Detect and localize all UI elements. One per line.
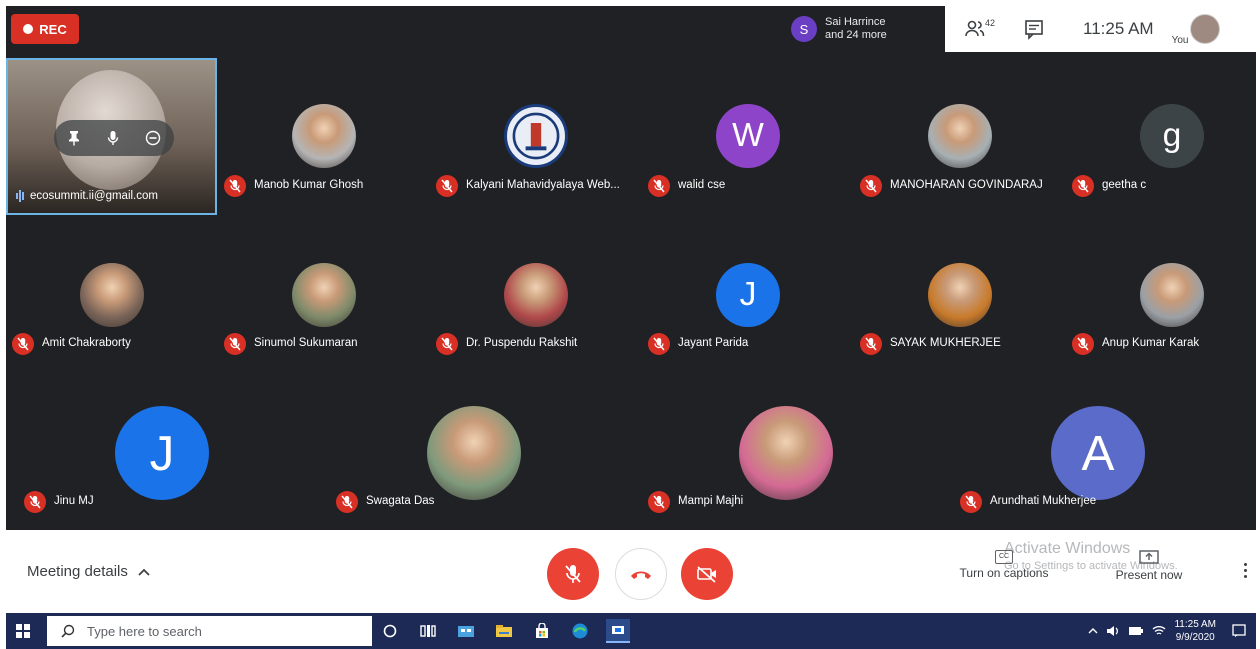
wifi-icon[interactable] [1152, 625, 1166, 637]
hang-up-icon [631, 571, 651, 579]
shopping-bag-icon[interactable] [530, 619, 554, 643]
taskbar-date: 9/9/2020 [1175, 632, 1215, 643]
chat-icon [1025, 20, 1043, 40]
file-explorer-icon[interactable] [492, 619, 516, 643]
meet-window: REC S Sai Harrince and 24 more 42 11:25 … [0, 0, 1260, 649]
participant-tile[interactable]: Swagata Das [318, 52, 630, 530]
chevron-up-icon [138, 568, 150, 576]
participant-name: Arundhati Mukherjee [990, 495, 1097, 507]
presenter-more: and 24 more [825, 29, 887, 41]
meet-app-icon[interactable] [606, 619, 630, 643]
participant-name: Jinu MJ [54, 495, 94, 507]
camera-toggle-button[interactable] [681, 548, 733, 600]
top-right-panel: 42 11:25 AM You [945, 6, 1256, 52]
taskbar-search-box[interactable]: Type here to search [47, 616, 372, 646]
taskbar-clock[interactable]: 11:25 AM 9/9/2020 [1174, 618, 1216, 644]
taskbar-apps [378, 616, 630, 646]
participant-name: Swagata Das [366, 495, 435, 507]
participant-avatar: J [115, 406, 209, 500]
store-icon[interactable] [454, 619, 478, 643]
people-icon [965, 20, 985, 37]
taskbar-time: 11:25 AM [1174, 619, 1216, 630]
participant-avatar: A [1051, 406, 1145, 500]
task-view-icon[interactable] [416, 619, 440, 643]
mic-off-icon [565, 565, 581, 583]
participant-name: Mampi Majhi [678, 495, 744, 507]
more-options-icon[interactable] [1244, 563, 1248, 581]
muted-mic-icon [336, 491, 358, 513]
participant-tile[interactable]: J Jinu MJ [6, 52, 318, 530]
muted-mic-icon [648, 491, 670, 513]
muted-mic-icon [24, 491, 46, 513]
leave-call-button[interactable] [615, 548, 667, 600]
search-icon [61, 624, 75, 638]
people-button[interactable]: 42 [965, 14, 1005, 44]
you-label: You [1171, 35, 1189, 46]
record-dot-icon [23, 24, 34, 34]
search-placeholder: Type here to search [87, 623, 202, 639]
captions-button[interactable]: CC Turn on captions [949, 550, 1059, 580]
notification-icon[interactable] [1232, 624, 1246, 638]
presenter-name: Sai Harrince [825, 16, 886, 28]
camera-off-icon [697, 566, 716, 583]
recording-indicator: REC [11, 14, 79, 44]
meeting-details-button[interactable]: Meeting details [27, 563, 150, 580]
meeting-controls-bar: Meeting details Activate Windows Go to S… [6, 530, 1256, 613]
participant-avatar [739, 406, 833, 500]
captions-icon: CC [995, 550, 1013, 564]
self-avatar[interactable] [1190, 14, 1221, 44]
recording-label: REC [39, 21, 67, 37]
edge-browser-icon[interactable] [568, 619, 592, 643]
participant-tile[interactable]: Mampi Majhi [630, 52, 942, 530]
participant-tile[interactable]: A Arundhati Mukherjee [942, 52, 1254, 530]
muted-mic-icon [960, 491, 982, 513]
presenter-avatar: S [791, 16, 817, 42]
present-now-button[interactable]: Present now [1094, 550, 1204, 582]
meeting-details-label: Meeting details [27, 563, 128, 580]
microphone-toggle-button[interactable] [547, 548, 599, 600]
presenting-banner[interactable]: S Sai Harrince and 24 more [785, 6, 945, 52]
cortana-icon[interactable] [378, 619, 402, 643]
present-label: Present now [1115, 568, 1183, 582]
battery-icon[interactable] [1128, 626, 1144, 636]
windows-taskbar: Type here to search 11:25 AM 9/9/2020 [6, 613, 1256, 649]
chat-button[interactable] [1023, 18, 1045, 40]
windows-start-icon[interactable] [16, 624, 30, 638]
presenter-text: Sai Harrince and 24 more [825, 16, 887, 42]
meeting-clock: 11:25 AM [1083, 19, 1154, 38]
captions-label: Turn on captions [959, 566, 1049, 580]
participant-avatar [427, 406, 521, 500]
participant-grid: ecosummit.ii@gmail.com Manob Kumar Ghosh… [6, 52, 1256, 530]
volume-icon[interactable] [1106, 625, 1120, 637]
chevron-up-tray-icon[interactable] [1088, 627, 1098, 635]
system-tray: 11:25 AM 9/9/2020 [1088, 615, 1246, 647]
participant-count: 42 [985, 18, 996, 28]
top-bar: REC S Sai Harrince and 24 more 42 11:25 … [6, 6, 1256, 52]
present-icon [1139, 550, 1159, 564]
